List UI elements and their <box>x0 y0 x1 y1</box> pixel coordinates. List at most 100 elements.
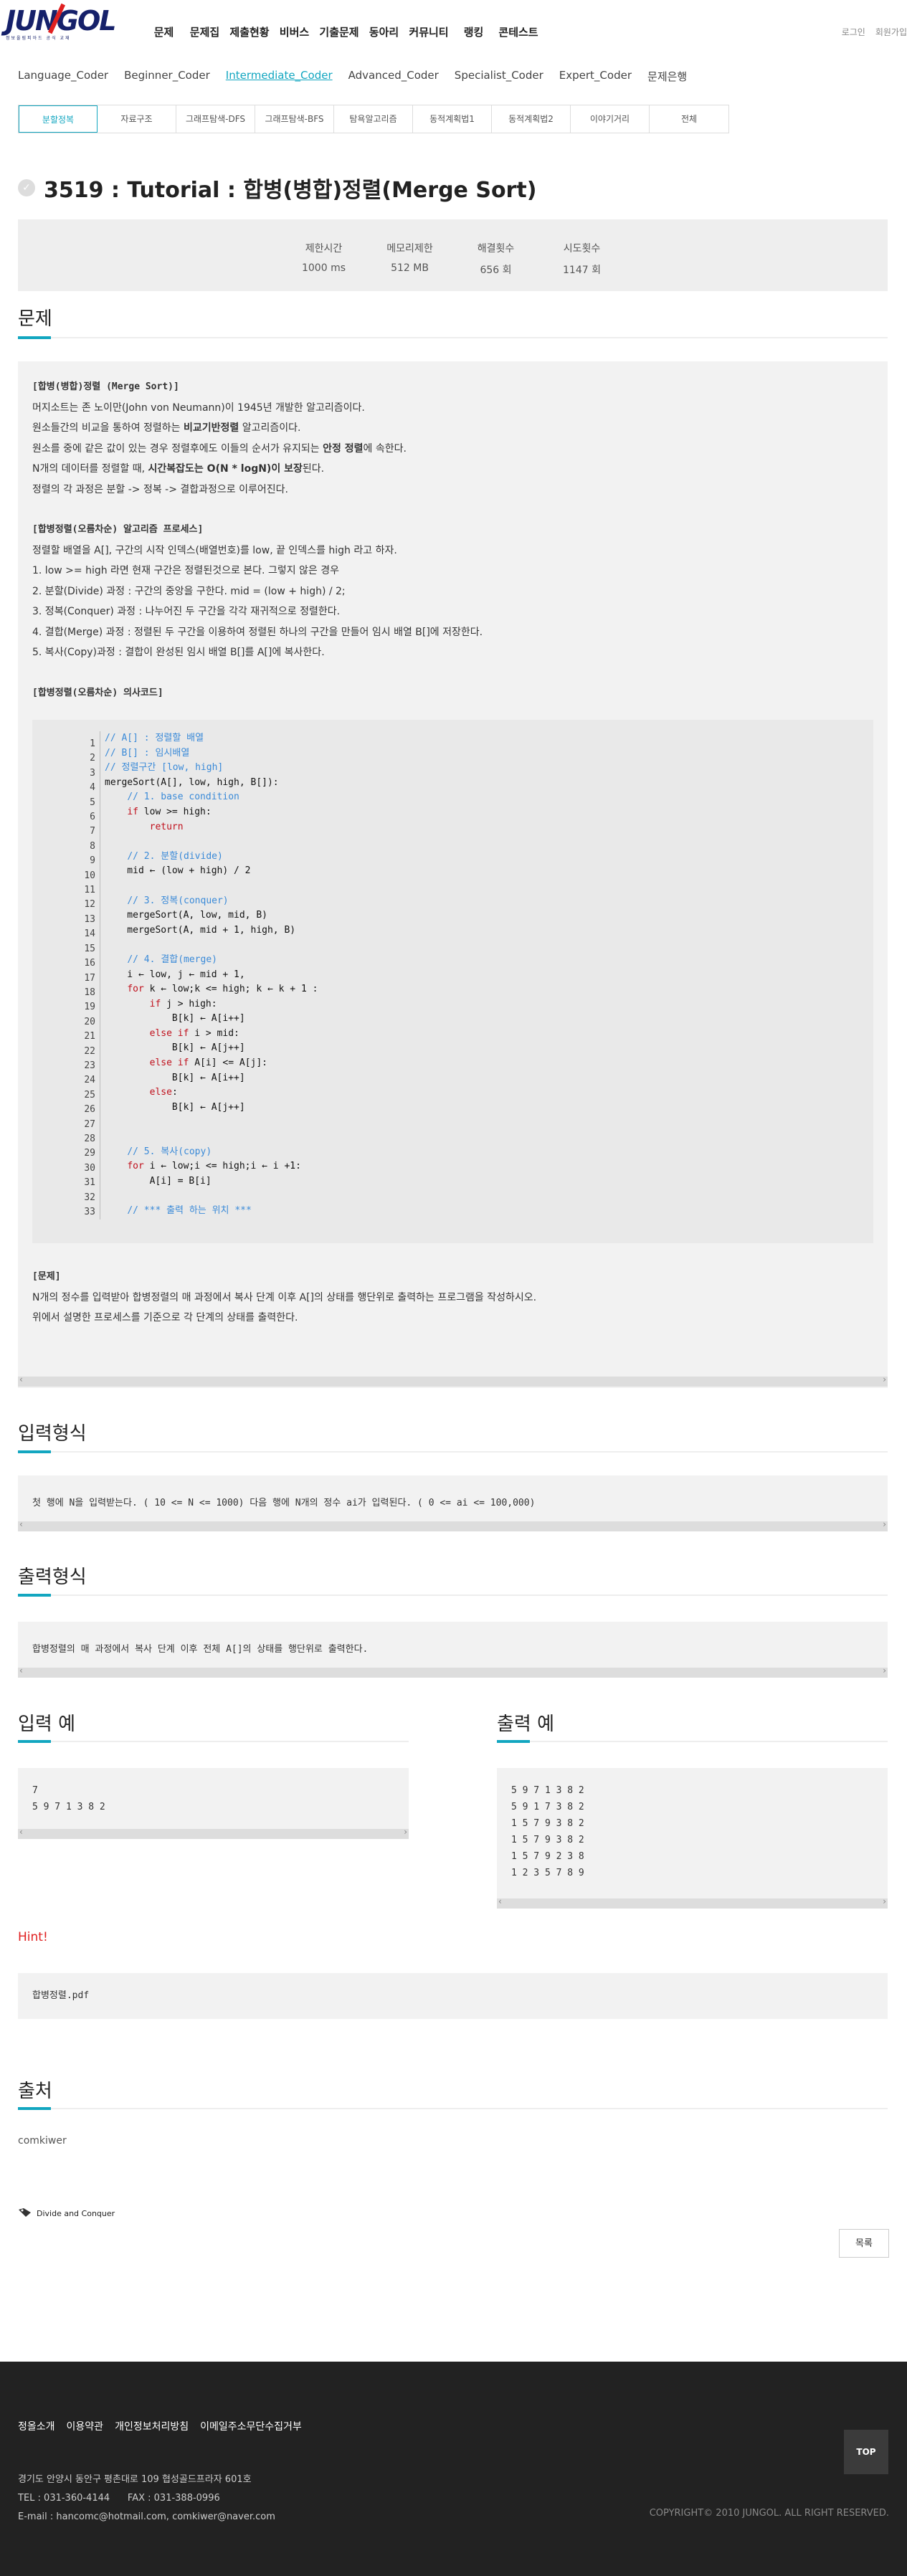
nav-submissions[interactable]: 제출현황 <box>225 24 274 39</box>
tab-dp2[interactable]: 동적계획법2 <box>492 105 571 133</box>
tab-dfs[interactable]: 그래프탐색-DFS <box>176 105 255 133</box>
desc-line: 머지소트는 존 노이만(John von Neumann)이 1945년 개발한… <box>32 401 365 414</box>
level-problem-bank[interactable]: 문제은행 <box>647 69 687 84</box>
problem-title: 3519 : Tutorial : 합병(병합)정렬(Merge Sort) <box>44 178 537 203</box>
output-format-text: 합병정렬의 매 과정에서 복사 단계 이후 전체 A[]의 상태를 행단위로 출… <box>32 1644 369 1655</box>
problem-info-box: 제한시간 1000 ms 메모리제한 512 MB 해결횟수 656 회 시도횟… <box>18 219 888 291</box>
section-title-problem: 문제 <box>18 308 52 330</box>
input-format-text: 첫 행에 N을 입력받는다. ( 10 <= N <= 1000) 다음 행에 … <box>32 1498 536 1508</box>
horizontal-scrollbar[interactable] <box>18 1665 888 1678</box>
tab-dp1[interactable]: 동적계획법1 <box>413 105 492 133</box>
list-button[interactable]: 목록 <box>839 2229 889 2258</box>
section-divider <box>18 1450 888 1453</box>
nav-ranking[interactable]: 랭킹 <box>453 24 494 39</box>
footer-info: 경기도 안양시 동안구 평촌대로 109 협성골드프라자 601호 TEL : … <box>18 2471 275 2527</box>
desc-line: 위에서 설명한 프로세스를 기준으로 각 단계의 상태를 출력한다. <box>32 1312 298 1323</box>
desc-heading: [합병(병합)정렬 (Merge Sort)] <box>32 381 179 392</box>
level-advanced-coder[interactable]: Advanced_Coder <box>348 69 439 84</box>
desc-line: 1. low >= high 라면 현재 구간은 정렬된것으로 본다. 그렇지 … <box>32 565 340 576</box>
signup-link[interactable]: 회원가입 <box>875 26 907 38</box>
util-links: 로그인 회원가입 <box>842 26 907 38</box>
login-link[interactable]: 로그인 <box>842 26 865 38</box>
problem-tag[interactable]: Divide and Conquer <box>18 2207 115 2220</box>
pseudocode-block: 1 2 3 4 5 6 7 8 9 10 11 12 13 14 15 16 1… <box>32 720 873 1243</box>
sample-input-box: 7 5 9 7 1 3 8 2 <box>18 1768 409 1838</box>
jungol-logo[interactable]: JUNGOL 정보올림피아드 공식 교재 <box>6 3 117 43</box>
hint-file-link[interactable]: 합병정렬.pdf <box>32 1990 89 2001</box>
desc-line: N개의 데이터를 정렬할 때, 시간복잡도는 O(N * logN)이 보장된다… <box>32 463 325 475</box>
desc-line: 3. 정복(Conquer) 과정 : 나누어진 두 구간을 각각 재귀적으로 … <box>32 606 341 617</box>
tab-bfs[interactable]: 그래프탐색-BFS <box>255 105 334 133</box>
footer-link-email-policy[interactable]: 이메일주소무단수집거부 <box>200 2419 302 2433</box>
level-specialist-coder[interactable]: Specialist_Coder <box>455 69 543 84</box>
info-attempt-count: 시도횟수 1147 회 <box>554 241 611 291</box>
section-divider <box>18 1594 888 1597</box>
footer-link-terms[interactable]: 이용약관 <box>67 2419 104 2433</box>
tab-stories[interactable]: 이야기거리 <box>571 105 650 133</box>
footer-address: 경기도 안양시 동안구 평촌대로 109 협성골드프라자 601호 <box>18 2474 252 2485</box>
desc-heading: [합병정렬(오름차순) 알고리즘 프로세스] <box>32 524 204 535</box>
main-nav: 문제 문제집 제출현황 비버스 기출문제 동아리 커뮤니티 랭킹 콘테스트 <box>143 24 543 39</box>
level-nav: Language_Coder Beginner_Coder Intermedia… <box>18 69 687 84</box>
desc-line: 원소를 중에 같은 값이 있는 경우 정렬후에도 이들의 순서가 유지되는 안정… <box>32 442 407 455</box>
nav-problems[interactable]: 문제 <box>143 24 184 39</box>
section-divider <box>18 2107 888 2110</box>
hint-title: Hint! <box>18 1930 48 1944</box>
site-header: JUNGOL 정보올림피아드 공식 교재 문제 문제집 제출현황 비버스 기출문… <box>0 0 907 52</box>
category-tabs: 분할정복 자료구조 그래프탐색-DFS 그래프탐색-BFS 탐욕알고리즘 동적계… <box>18 105 729 133</box>
footer-link-about[interactable]: 정올소개 <box>18 2419 55 2433</box>
desc-line: 원소들간의 비교을 통하여 정렬하는 비교기반정렬 알고리즘이다. <box>32 422 301 434</box>
tab-greedy[interactable]: 탐욕알고리즘 <box>334 105 413 133</box>
hint-box: 합병정렬.pdf <box>18 1973 888 2019</box>
info-label: 시도횟수 <box>563 243 601 255</box>
tab-divide-conquer[interactable]: 분할정복 <box>19 105 98 133</box>
footer-email: E-mail : hancomc@hotmail.com, comkiwer@n… <box>18 2511 275 2522</box>
site-footer: 정올소개 이용약관 개인정보처리방침 이메일주소무단수집거부 TOP 경기도 안… <box>0 2362 907 2576</box>
code-lines: // A[] : 정렬할 배열 // B[] : 임시배열 // 정렬구간 [l… <box>100 731 318 1220</box>
desc-heading: [합병정렬(오름차순) 의사코드] <box>32 687 163 698</box>
nav-clubs[interactable]: 동아리 <box>364 24 404 39</box>
footer-tel: TEL : 031-360-4144 FAX : 031-388-0996 <box>18 2493 220 2504</box>
horizontal-scrollbar[interactable] <box>18 1519 888 1531</box>
info-value: 1000 ms <box>301 262 346 274</box>
info-memory-limit: 메모리제한 512 MB <box>381 241 439 291</box>
section-title-source: 출처 <box>18 2081 52 2102</box>
tag-icon <box>18 2207 32 2220</box>
info-label: 제한시간 <box>305 243 343 255</box>
problem-title-bar: ✓ 3519 : Tutorial : 합병(병합)정렬(Merge Sort) <box>18 172 536 204</box>
line-numbers: 1 2 3 4 5 6 7 8 9 10 11 12 13 14 15 16 1… <box>84 738 95 1217</box>
section-title-sample-input: 입력 예 <box>18 1714 76 1735</box>
info-time-limit: 제한시간 1000 ms <box>295 241 353 291</box>
info-label: 메모리제한 <box>386 243 433 255</box>
level-beginner-coder[interactable]: Beginner_Coder <box>124 69 210 84</box>
nav-contest[interactable]: 콘테스트 <box>494 24 543 39</box>
desc-line: 5. 복사(Copy)과정 : 결합이 완성된 임시 배열 B[]를 A[]에 … <box>32 647 325 658</box>
desc-line: 2. 분할(Divide) 과정 : 구간의 중앙을 구한다. mid = (l… <box>32 585 346 597</box>
section-title-output: 출력형식 <box>18 1567 87 1588</box>
footer-link-privacy[interactable]: 개인정보처리방침 <box>115 2419 189 2433</box>
nav-past-exams[interactable]: 기출문제 <box>315 24 364 39</box>
info-value: 656 회 <box>480 265 512 276</box>
tab-all[interactable]: 전체 <box>650 105 728 133</box>
level-language-coder[interactable]: Language_Coder <box>18 69 108 84</box>
level-expert-coder[interactable]: Expert_Coder <box>559 69 632 84</box>
bookmark-icon[interactable]: ✓ <box>18 179 35 196</box>
desc-line: 정렬할 배열을 A[], 구간의 시작 인덱스(배열번호)를 low, 끝 인덱… <box>32 544 397 556</box>
horizontal-scrollbar[interactable] <box>18 1374 888 1387</box>
info-value: 512 MB <box>391 262 429 274</box>
source-text: comkiwer <box>18 2135 67 2147</box>
nav-problem-sets[interactable]: 문제집 <box>184 24 225 39</box>
info-solved-count: 해결횟수 656 회 <box>467 241 525 291</box>
nav-community[interactable]: 커뮤니티 <box>404 24 453 39</box>
tab-data-structure[interactable]: 자료구조 <box>98 105 176 133</box>
footer-links: 정올소개 이용약관 개인정보처리방침 이메일주소무단수집거부 <box>18 2419 302 2433</box>
horizontal-scrollbar[interactable] <box>497 1896 888 1909</box>
scroll-top-button[interactable]: TOP <box>844 2430 888 2474</box>
desc-line: 정렬의 각 과정은 분할 -> 정복 -> 결합과정으로 이루어진다. <box>32 483 288 495</box>
level-intermediate-coder[interactable]: Intermediate_Coder <box>226 69 333 84</box>
nav-bebras[interactable]: 비버스 <box>274 24 315 39</box>
desc-heading: [문제] <box>32 1271 61 1282</box>
info-value: 1147 회 <box>563 265 601 276</box>
section-divider <box>497 1740 888 1743</box>
horizontal-scrollbar[interactable] <box>18 1827 409 1839</box>
